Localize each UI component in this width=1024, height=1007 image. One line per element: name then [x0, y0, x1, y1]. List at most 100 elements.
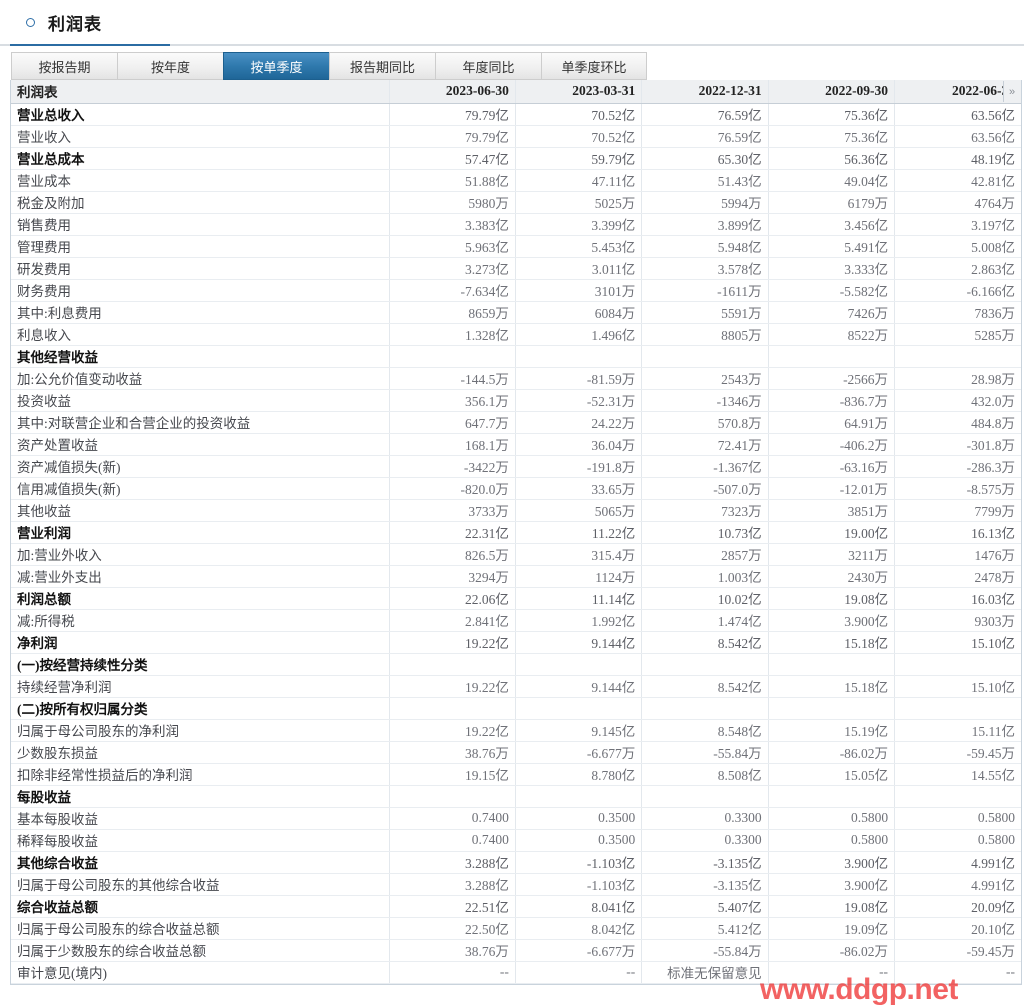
cell-value: 49.04亿 — [768, 169, 896, 192]
cell-value — [641, 697, 769, 720]
row-label: 营业成本 — [11, 169, 390, 192]
table-row: 加:公允价值变动收益 -144.5万 -81.59万 2543万 -2566万 28.98… — [11, 367, 1021, 390]
cell-value: 315.4万 — [515, 543, 643, 566]
cell-value: 19.09亿 — [768, 917, 896, 940]
row-label: 其中:对联营企业和合营企业的投资收益 — [11, 411, 390, 434]
cell-value: 38.76万 — [389, 741, 516, 764]
cell-value — [641, 653, 769, 676]
cell-value: 7799万 — [894, 499, 1021, 522]
cell-value: 5.453亿 — [515, 235, 643, 258]
table-row: 其中:利息费用 8659万 6084万 5591万 7426万 7836万 — [11, 301, 1021, 324]
cell-value: 15.19亿 — [768, 719, 896, 742]
cell-value: 0.7400 — [389, 829, 516, 852]
cell-value: 16.03亿 — [894, 587, 1021, 610]
cell-value: -59.45万 — [894, 939, 1021, 962]
scroll-right-button[interactable]: » — [1003, 81, 1020, 102]
cell-value: 57.47亿 — [389, 147, 516, 170]
table-row: 减:所得税 2.841亿 1.992亿 1.474亿 3.900亿 9303万 — [11, 609, 1021, 632]
table-row: 其他经营收益 — [11, 345, 1021, 368]
cell-value: 2857万 — [641, 543, 769, 566]
cell-value: -3.135亿 — [641, 851, 769, 874]
table-row: 归属于母公司股东的净利润 19.22亿 9.145亿 8.548亿 15.19亿 15.1… — [11, 719, 1021, 742]
cell-value: 3.899亿 — [641, 213, 769, 236]
row-label: 归属于母公司股东的净利润 — [11, 719, 390, 742]
table-row: 持续经营净利润 19.22亿 9.144亿 8.542亿 15.18亿 15.10亿 — [11, 675, 1021, 698]
cell-value: 19.22亿 — [389, 719, 516, 742]
cell-value: 3.900亿 — [768, 609, 896, 632]
cell-value: 15.18亿 — [768, 631, 896, 654]
cell-value: 75.36亿 — [768, 125, 896, 148]
cell-value: 0.3300 — [641, 807, 769, 830]
cell-value: 1.474亿 — [641, 609, 769, 632]
tab-0[interactable]: 按报告期 — [11, 52, 117, 80]
cell-value — [389, 653, 516, 676]
cell-value: 15.11亿 — [894, 719, 1021, 742]
cell-value — [894, 785, 1021, 808]
row-label: 稀释每股收益 — [11, 829, 390, 852]
cell-value: 5.491亿 — [768, 235, 896, 258]
cell-value: 168.1万 — [389, 433, 516, 456]
cell-value: 70.52亿 — [515, 103, 643, 126]
cell-value: 33.65万 — [515, 477, 643, 500]
cell-value: -7.634亿 — [389, 279, 516, 302]
row-label: 营业总成本 — [11, 147, 390, 170]
cell-value: 6084万 — [515, 301, 643, 324]
row-label: 其他收益 — [11, 499, 390, 522]
cell-value: 356.1万 — [389, 389, 516, 412]
cell-value: -1.367亿 — [641, 455, 769, 478]
cell-value: 7836万 — [894, 301, 1021, 324]
cell-value: -3422万 — [389, 455, 516, 478]
cell-value: 826.5万 — [389, 543, 516, 566]
cell-value: -144.5万 — [389, 367, 516, 390]
cell-value: -- — [894, 961, 1021, 984]
cell-value: 70.52亿 — [515, 125, 643, 148]
title-underline-accent — [10, 44, 170, 46]
cell-value: -406.2万 — [768, 433, 896, 456]
cell-value — [389, 345, 516, 368]
cell-value: -5.582亿 — [768, 279, 896, 302]
tab-2[interactable]: 按单季度 — [223, 52, 329, 80]
table-row: 税金及附加 5980万 5025万 5994万 6179万 4764万 — [11, 191, 1021, 214]
tab-5[interactable]: 单季度环比 — [541, 52, 647, 80]
cell-value: 0.5800 — [894, 829, 1021, 852]
tab-4[interactable]: 年度同比 — [435, 52, 541, 80]
cell-value: 1.992亿 — [515, 609, 643, 632]
row-label: 加:公允价值变动收益 — [11, 367, 390, 390]
cell-value: -52.31万 — [515, 389, 643, 412]
cell-value: -59.45万 — [894, 741, 1021, 764]
table-row: 净利润 19.22亿 9.144亿 8.542亿 15.18亿 15.10亿 — [11, 631, 1021, 654]
row-label: 审计意见(境内) — [11, 961, 390, 984]
row-label: 财务费用 — [11, 279, 390, 302]
cell-value: 19.08亿 — [768, 895, 896, 918]
cell-value: -55.84万 — [641, 741, 769, 764]
row-label: 加:营业外收入 — [11, 543, 390, 566]
table-row: 其中:对联营企业和合营企业的投资收益 647.7万 24.22万 570.8万 64.9… — [11, 411, 1021, 434]
row-label: 归属于少数股东的综合收益总额 — [11, 939, 390, 962]
cell-value: 4764万 — [894, 191, 1021, 214]
cell-value: 15.18亿 — [768, 675, 896, 698]
cell-value: 2.863亿 — [894, 257, 1021, 280]
cell-value: 5591万 — [641, 301, 769, 324]
cell-value: 20.10亿 — [894, 917, 1021, 940]
cell-value: -301.8万 — [894, 433, 1021, 456]
tab-3[interactable]: 报告期同比 — [329, 52, 435, 80]
cell-value: 10.02亿 — [641, 587, 769, 610]
cell-value: -2566万 — [768, 367, 896, 390]
tab-1[interactable]: 按年度 — [117, 52, 223, 80]
cell-value — [768, 653, 896, 676]
cell-value: 8.542亿 — [641, 675, 769, 698]
table-header-row: 利润表 2023-06-30 2023-03-31 2022-12-31 2022-09… — [11, 80, 1021, 104]
table-row: 资产处置收益 168.1万 36.04万 72.41万 -406.2万 -301.8万 — [11, 433, 1021, 456]
table-row: 扣除非经常性损益后的净利润 19.15亿 8.780亿 8.508亿 15.05亿 14.… — [11, 763, 1021, 786]
cell-value: 2478万 — [894, 565, 1021, 588]
cell-value — [515, 785, 643, 808]
cell-value: 0.3500 — [515, 829, 643, 852]
cell-value — [768, 345, 896, 368]
cell-value: 56.36亿 — [768, 147, 896, 170]
table-row: 少数股东损益 38.76万 -6.677万 -55.84万 -86.02万 -59.45万 — [11, 741, 1021, 764]
cell-value: 65.30亿 — [641, 147, 769, 170]
table-row: (一)按经营持续性分类 — [11, 653, 1021, 676]
row-label: 资产处置收益 — [11, 433, 390, 456]
cell-value: 3.900亿 — [768, 873, 896, 896]
cell-value: 8.508亿 — [641, 763, 769, 786]
